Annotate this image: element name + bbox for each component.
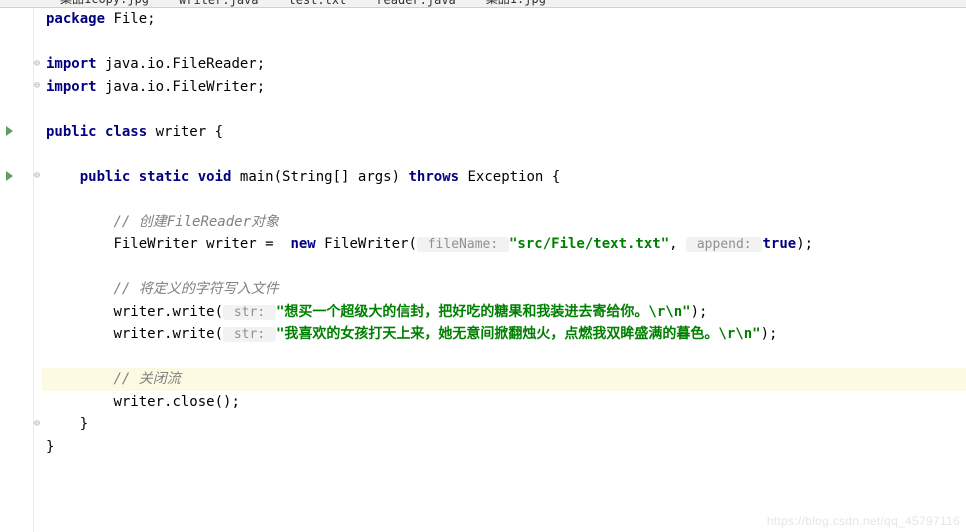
code-text: main(String[] args) — [231, 169, 408, 185]
keyword: static — [130, 169, 189, 185]
editor-tabs: 集品1copy.jpg writer.java test.txt reader.… — [0, 0, 966, 8]
keyword: import — [46, 56, 97, 72]
fold-toggle-icon[interactable]: ⊖ — [34, 53, 40, 76]
gutter — [0, 8, 34, 532]
code-text: Exception { — [459, 169, 560, 185]
tab-file[interactable]: test.txt — [289, 0, 347, 7]
keyword: import — [46, 79, 97, 95]
watermark-text: https://blog.csdn.net/qq_45797116 — [767, 514, 960, 528]
fold-end-icon[interactable]: ⊖ — [34, 413, 40, 436]
tab-file[interactable]: reader.java — [376, 0, 455, 7]
code-text: FileWriter( — [316, 236, 417, 252]
fold-toggle-icon[interactable]: ⊖ — [34, 165, 40, 188]
keyword: true — [762, 236, 796, 252]
comment: // 创建FileReader对象 — [113, 214, 279, 230]
param-hint: str: — [223, 305, 276, 320]
tab-file-active[interactable]: writer.java — [179, 0, 258, 7]
code-text: File; — [105, 11, 156, 27]
param-hint: append: — [686, 237, 762, 252]
param-hint: str: — [223, 327, 276, 342]
keyword: void — [189, 169, 231, 185]
code-text: java.io.FileReader; — [97, 56, 266, 72]
code-text: writer.close(); — [113, 394, 239, 410]
code-text: , — [669, 236, 686, 252]
code-text: ); — [796, 236, 813, 252]
string-literal: "想买一个超级大的信封，把好吃的糖果和我装进去寄给你。\r\n" — [276, 304, 691, 320]
keyword: class — [97, 124, 148, 140]
keyword: throws — [408, 169, 459, 185]
code-text: writer.write( — [113, 304, 223, 320]
fold-column: ⊖ ⊖ ⊖ ⊖ — [34, 8, 42, 532]
string-literal: "我喜欢的女孩打天上来，她无意间掀翻烛火，点燃我双眸盛满的暮色。\r\n" — [276, 326, 761, 342]
comment: // 将定义的字符写入文件 — [113, 281, 278, 297]
code-text: ); — [691, 304, 708, 320]
param-hint: fileName: — [417, 237, 509, 252]
run-gutter-icon[interactable] — [6, 126, 13, 136]
run-gutter-icon[interactable] — [6, 171, 13, 181]
tab-file[interactable]: 集品1copy.jpg — [60, 0, 149, 7]
code-text: FileWriter writer = — [113, 236, 290, 252]
code-text: writer { — [147, 124, 223, 140]
code-text: java.io.FileWriter; — [97, 79, 266, 95]
code-text: ); — [761, 326, 778, 342]
comment: // 关闭流 — [113, 371, 180, 387]
brace: } — [46, 439, 54, 455]
fold-toggle-icon[interactable]: ⊖ — [34, 75, 40, 98]
keyword: new — [290, 236, 315, 252]
code-text: writer.write( — [113, 326, 223, 342]
tab-file[interactable]: 集品1.jpg — [486, 0, 546, 7]
keyword: public — [80, 169, 131, 185]
brace: } — [80, 416, 88, 432]
string-literal: "src/File/text.txt" — [509, 236, 669, 252]
code-editor[interactable]: package File; import java.io.FileReader;… — [42, 8, 966, 532]
keyword: package — [46, 11, 105, 27]
keyword: public — [46, 124, 97, 140]
